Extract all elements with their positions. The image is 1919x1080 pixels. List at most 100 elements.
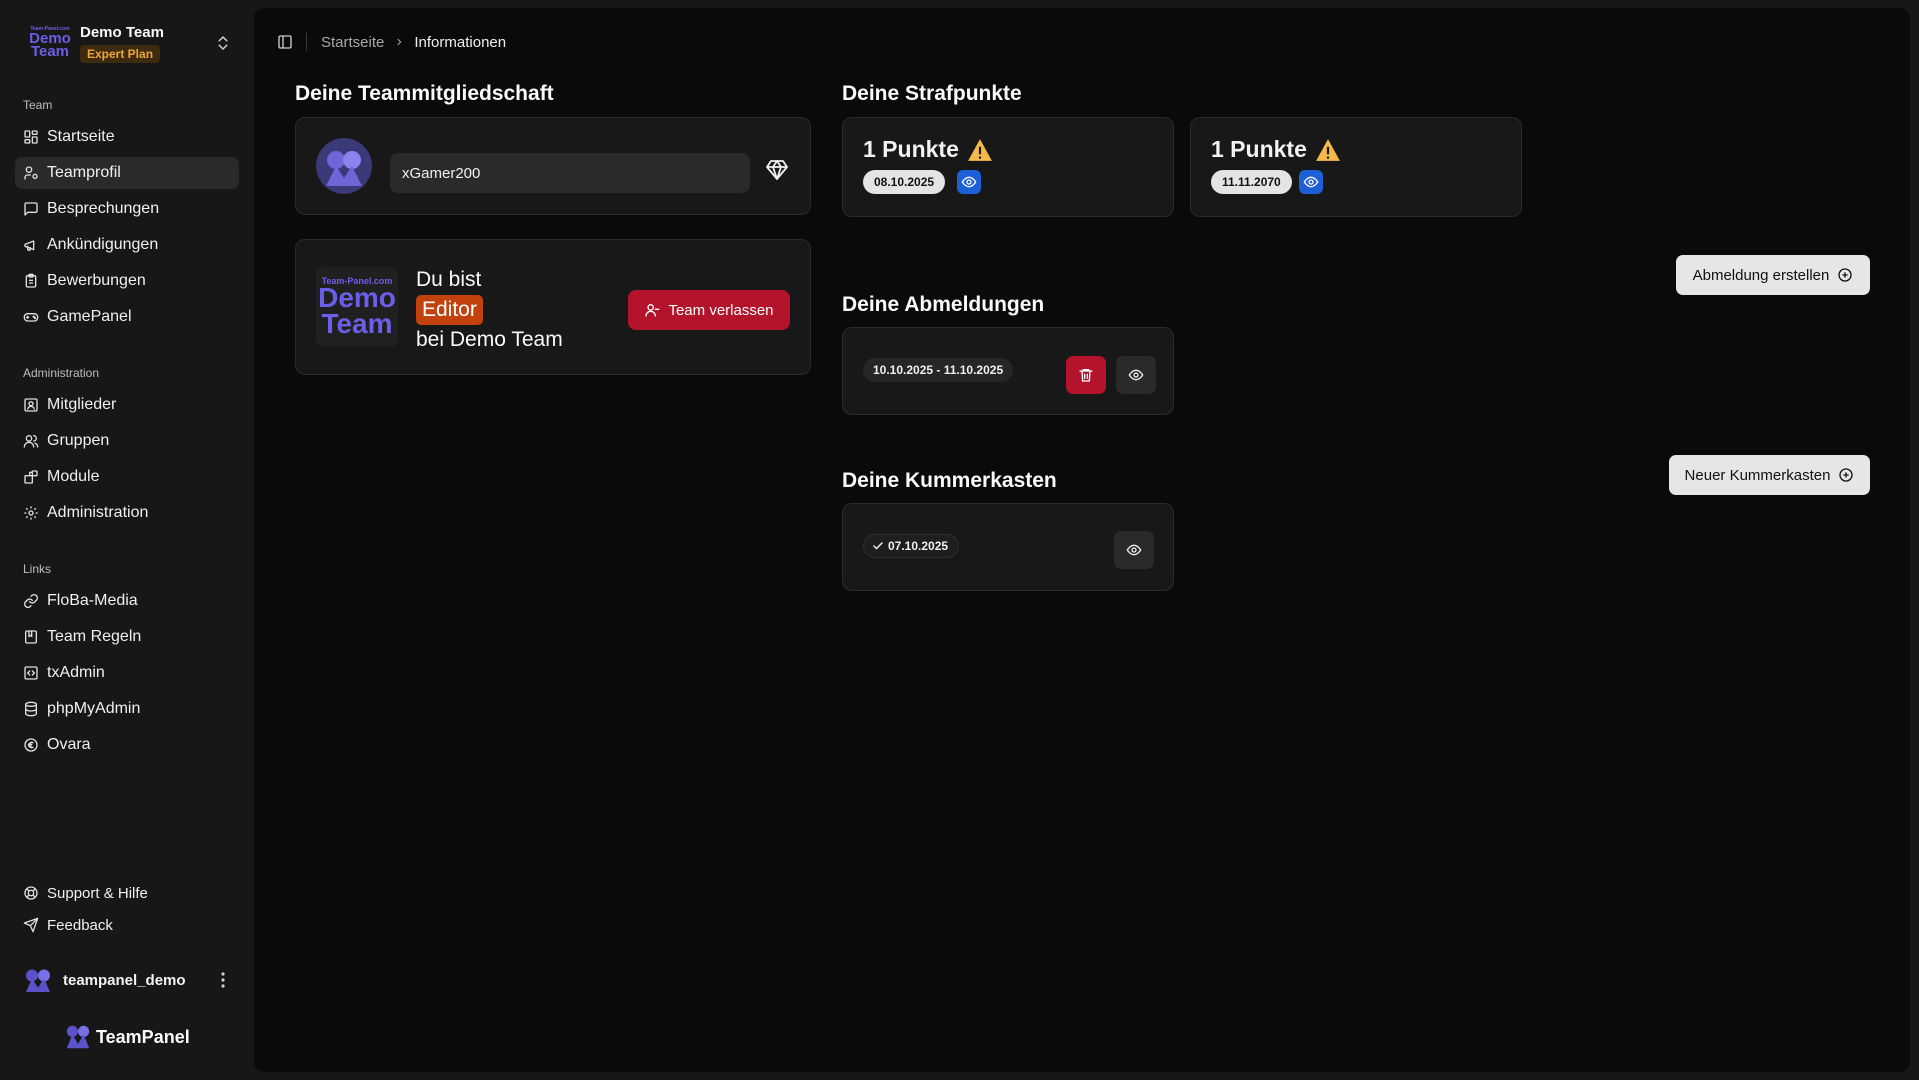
member-avatar (316, 138, 372, 194)
username-field[interactable] (390, 153, 750, 193)
gamepad-icon (23, 313, 39, 322)
grievances-title: Deine Kummerkasten (842, 469, 1057, 492)
send-icon (23, 917, 39, 933)
view-grievance-button[interactable] (1114, 531, 1154, 569)
euro-icon (24, 738, 38, 752)
message-square-icon (24, 202, 38, 216)
sidebar-item-feedback[interactable]: Feedback (15, 910, 239, 940)
sidebar: Team-Panel.com Demo Team Demo Team Exper… (0, 0, 254, 1080)
chevrons-up-down-icon (218, 36, 228, 50)
topbar: Startseite Informationen (274, 30, 506, 54)
create-absence-button[interactable]: Abmeldung erstellen (1676, 255, 1870, 295)
sidebar-item-besprechungen[interactable]: Besprechungen (15, 193, 239, 225)
breadcrumb: Startseite Informationen (321, 34, 506, 51)
sidebar-item-label: Startseite (47, 128, 115, 145)
sidebar-item-startseite[interactable]: Startseite (15, 121, 239, 153)
topbar-divider (306, 33, 307, 51)
database-icon (25, 701, 37, 717)
view-absence-button[interactable] (1116, 356, 1156, 394)
sidebar-item-support[interactable]: Support & Hilfe (15, 878, 239, 908)
settings-icon (24, 506, 38, 520)
lifebuoy-icon (24, 886, 38, 900)
nav-section-links: Links (23, 562, 52, 576)
create-absence-label: Abmeldung erstellen (1692, 266, 1830, 284)
absence-range: 10.10.2025 - 11.10.2025 (863, 358, 1014, 382)
sidebar-item-gamepanel[interactable]: GamePanel (15, 301, 239, 333)
grievance-status: 07.10.2025 (863, 534, 960, 558)
sidebar-item-ankuendigungen[interactable]: Ankündigungen (15, 229, 239, 261)
view-penalty-button[interactable] (957, 170, 981, 194)
clipboard-icon (25, 273, 37, 288)
sidebar-item-label: FloBa-Media (47, 592, 138, 609)
sidebar-item-mitglieder[interactable]: Mitglieder (15, 389, 239, 421)
penalty-points: 1 Punkte (863, 136, 993, 163)
gem-icon (766, 160, 788, 180)
sidebar-item-module[interactable]: Module (15, 461, 239, 493)
new-grievance-label: Neuer Kummerkasten (1684, 466, 1831, 484)
breadcrumb-current: Informationen (414, 33, 507, 51)
sidebar-item-label: Ovara (47, 736, 91, 753)
role-badge: Editor (416, 295, 483, 325)
plan-badge: Expert Plan (80, 44, 161, 63)
view-penalty-button[interactable] (1299, 170, 1323, 194)
sidebar-item-floba-media[interactable]: FloBa-Media (15, 585, 239, 617)
sidebar-item-phpmyadmin[interactable]: phpMyAdmin (15, 693, 239, 725)
role-suffix: bei Demo Team (416, 328, 563, 351)
penalty-date: 11.11.2070 (1211, 170, 1292, 194)
sidebar-item-ovara[interactable]: Ovara (15, 729, 239, 761)
leave-team-button[interactable]: Team verlassen (628, 290, 790, 330)
users-icon (23, 435, 39, 448)
user-name: teampanel_demo (63, 971, 186, 989)
penalty-card: 1 Punkte 08.10.2025 (842, 117, 1174, 217)
penalty-points-value: 1 Punkte (1211, 136, 1307, 162)
blocks-icon (24, 470, 38, 484)
user-menu[interactable]: teampanel_demo (15, 962, 239, 998)
delete-absence-button[interactable] (1066, 356, 1106, 394)
code-icon (24, 666, 38, 680)
sidebar-item-teamprofil[interactable]: Teamprofil (15, 157, 239, 189)
sidebar-item-label: Besprechungen (47, 200, 160, 217)
sidebar-item-label: Gruppen (47, 432, 110, 449)
breadcrumb-startseite[interactable]: Startseite (321, 34, 384, 51)
user-minus-icon (645, 304, 660, 317)
contact-icon (24, 398, 38, 412)
sidebar-item-label: txAdmin (47, 664, 105, 681)
sidebar-item-label: Ankündigungen (47, 236, 159, 253)
penalty-points-value: 1 Punkte (863, 136, 959, 162)
more-vertical-icon[interactable] (215, 970, 231, 990)
chevron-right-icon (397, 38, 402, 46)
sidebar-item-label: Teamprofil (47, 164, 121, 181)
sidebar-item-label: Team Regeln (47, 628, 142, 645)
membership-title: Deine Teammitgliedschaft (295, 82, 554, 105)
penalties-title: Deine Strafpunkte (842, 82, 1022, 105)
sidebar-item-label: Mitglieder (47, 396, 117, 413)
sidebar-toggle-button[interactable] (274, 31, 296, 53)
app-root: Team-Panel.com Demo Team Demo Team Exper… (0, 0, 1919, 1080)
sidebar-item-label: Bewerbungen (47, 272, 146, 289)
brand: TeamPanel (64, 1024, 190, 1050)
brand-name: TeamPanel (96, 1026, 190, 1047)
sidebar-item-team-regeln[interactable]: Team Regeln (15, 621, 239, 653)
trash-icon (1079, 369, 1093, 382)
grievance-date: 07.10.2025 (888, 539, 949, 553)
nav-section-team: Team (23, 98, 53, 112)
sidebar-item-gruppen[interactable]: Gruppen (15, 425, 239, 457)
nav-section-administration: Administration (23, 366, 100, 380)
absences-title: Deine Abmeldungen (842, 293, 1045, 316)
dashboard-icon (24, 130, 38, 144)
eye-icon (1303, 176, 1319, 188)
penalty-date: 08.10.2025 (863, 170, 946, 194)
teampanel-logo-icon (66, 1025, 90, 1049)
grievance-card: 07.10.2025 (842, 503, 1174, 591)
sidebar-item-administration[interactable]: Administration (15, 497, 239, 529)
sidebar-item-label: GamePanel (47, 308, 132, 325)
check-icon (873, 542, 883, 550)
team-switcher[interactable]: Team-Panel.com Demo Team Demo Team Exper… (14, 16, 236, 70)
sidebar-item-label: Module (47, 468, 100, 485)
warning-icon (1315, 138, 1340, 161)
sidebar-item-bewerbungen[interactable]: Bewerbungen (15, 265, 239, 297)
team-name: Demo Team (80, 23, 164, 41)
new-grievance-button[interactable]: Neuer Kummerkasten (1669, 455, 1870, 495)
sidebar-item-txadmin[interactable]: txAdmin (15, 657, 239, 689)
sidebar-item-label: phpMyAdmin (47, 700, 141, 717)
